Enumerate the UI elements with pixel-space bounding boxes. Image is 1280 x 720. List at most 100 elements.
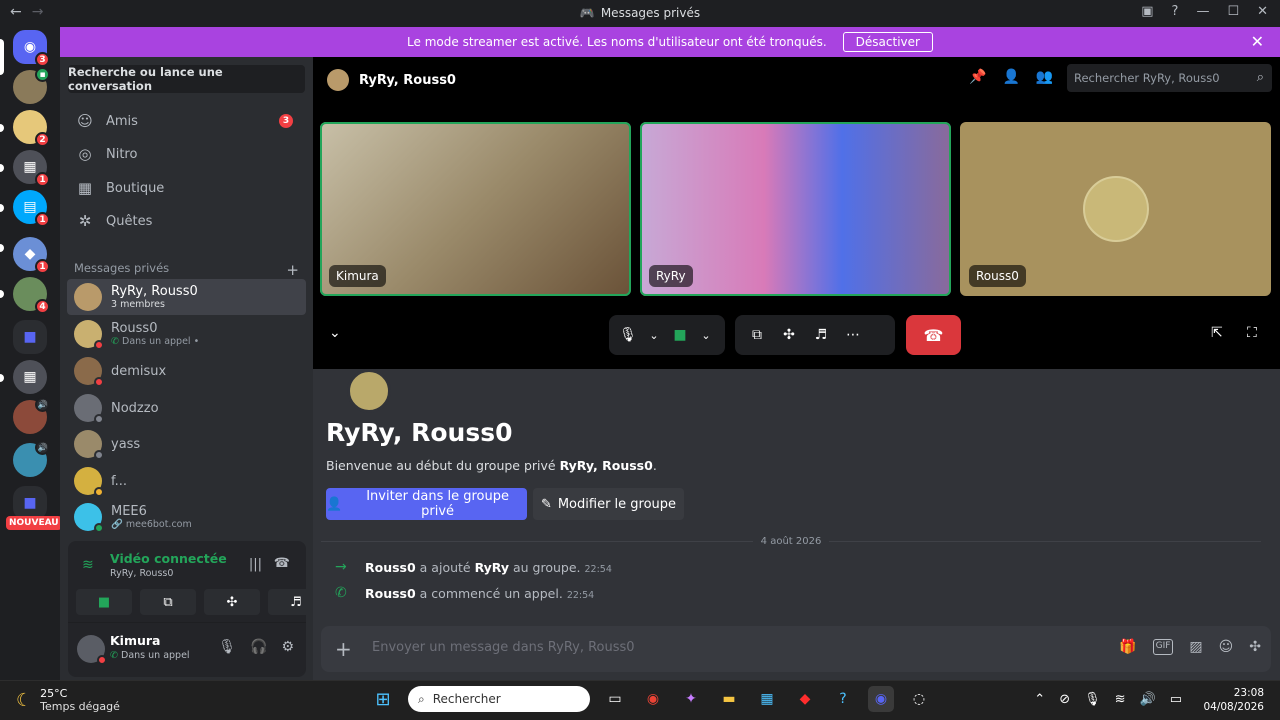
server-icon[interactable]: ▦: [13, 360, 47, 394]
members-icon[interactable]: 👥: [1036, 69, 1053, 85]
activities-button[interactable]: ✣: [204, 589, 260, 615]
emoji-icon[interactable]: ☺: [1219, 639, 1234, 655]
microphone-icon[interactable]: 🎙: [1084, 692, 1101, 707]
microphone-icon[interactable]: 🎙: [617, 327, 639, 343]
dm-avatar-group[interactable]: ▪: [13, 67, 50, 104]
chevron-up-icon[interactable]: ⌃: [1034, 692, 1045, 707]
server-voice-icon[interactable]: 🔊: [13, 397, 50, 434]
windows-start-icon[interactable]: ⊞: [370, 686, 396, 712]
task-view-icon[interactable]: ▭: [602, 686, 628, 712]
user-avatar[interactable]: [77, 635, 107, 665]
find-conversation-button[interactable]: Recherche ou lance une conversation: [68, 65, 305, 93]
sticker-icon[interactable]: ▨: [1189, 639, 1202, 655]
activities-icon[interactable]: ✣: [775, 327, 803, 343]
headset-icon[interactable]: 🎧: [250, 639, 267, 655]
gif-icon[interactable]: GIF: [1152, 639, 1174, 655]
more-options-icon[interactable]: ⋯: [839, 327, 867, 343]
folder-icon[interactable]: ■: [13, 486, 47, 520]
pin-icon[interactable]: 📌: [969, 69, 986, 85]
help-app-icon[interactable]: ?: [830, 686, 856, 712]
chrome-icon[interactable]: ◉: [640, 686, 666, 712]
gift-icon[interactable]: 🎁: [1119, 639, 1136, 655]
copilot-icon[interactable]: ✦: [678, 686, 704, 712]
close-banner-icon[interactable]: ✕: [1251, 32, 1264, 51]
add-friend-icon[interactable]: 👤: [1002, 69, 1019, 85]
taskbar-search[interactable]: ⌕ Rechercher: [408, 686, 590, 712]
volume-icon[interactable]: 🔊: [1140, 692, 1156, 707]
camera-options-chevron-icon[interactable]: ⌄: [695, 329, 717, 342]
popout-icon[interactable]: ⇱: [1211, 325, 1223, 341]
invite-group-button[interactable]: 👤 Inviter dans le groupe privé: [326, 488, 527, 520]
server-icon[interactable]: ▦ 1: [13, 150, 50, 187]
disconnect-icon[interactable]: ☎: [274, 556, 290, 571]
screen-share-button[interactable]: ⧉: [140, 589, 196, 615]
banner-text: Le mode streamer est activé. Les noms d'…: [407, 35, 827, 49]
wifi-icon[interactable]: ≋: [1115, 692, 1126, 707]
hangup-button[interactable]: ☎: [906, 315, 961, 355]
video-tile-kimura[interactable]: Kimura: [320, 122, 631, 296]
muted-bell-icon[interactable]: ⊘: [1059, 692, 1070, 707]
create-dm-plus-icon[interactable]: +: [286, 261, 299, 279]
noise-suppression-icon[interactable]: |||: [249, 557, 262, 572]
dm-section-header: Messages privés +: [74, 261, 299, 279]
apps-icon[interactable]: ✣: [1249, 639, 1261, 655]
app-circle-icon[interactable]: ◌: [906, 686, 932, 712]
avatar: [74, 394, 104, 424]
server-icon[interactable]: 4: [13, 277, 50, 314]
minimize-icon[interactable]: —: [1196, 4, 1209, 19]
dm-item-yass[interactable]: yass: [67, 426, 306, 462]
window-titlebar: ← → 🎮 Messages privés ▣ ? — ☐ ✕: [0, 0, 1280, 27]
screen-share-icon[interactable]: ⧉: [743, 327, 771, 343]
tile-name: Kimura: [329, 265, 386, 287]
maximize-icon[interactable]: ☐: [1227, 4, 1239, 19]
soundboard-icon[interactable]: ♬: [807, 327, 835, 343]
edit-group-button[interactable]: ✎ Modifier le groupe: [533, 488, 684, 520]
dm-item-demisux[interactable]: demisux: [67, 353, 306, 389]
dm-item-f[interactable]: f...: [67, 463, 306, 499]
close-icon[interactable]: ✕: [1257, 4, 1268, 19]
file-explorer-icon[interactable]: ▬: [716, 686, 742, 712]
date-divider: 4 août 2026: [321, 534, 1261, 548]
collapse-chevron-icon[interactable]: ⌄: [329, 325, 341, 341]
folder-icon[interactable]: ■: [13, 320, 47, 354]
battery-icon[interactable]: ▭: [1170, 692, 1182, 707]
disable-streamer-button[interactable]: Désactiver: [842, 32, 933, 52]
dm-item-mee6[interactable]: MEE6 🔗 mee6bot.com: [67, 499, 306, 535]
server-icon[interactable]: ◆ 1: [13, 237, 50, 274]
store-icon[interactable]: ▦: [754, 686, 780, 712]
channel-search-input[interactable]: Rechercher RyRy, Rouss0 ⌕: [1067, 64, 1272, 92]
server-icon[interactable]: ▤ 1: [13, 190, 50, 227]
microphone-icon[interactable]: 🎙: [218, 639, 236, 655]
video-tile-rouss0[interactable]: Rouss0: [960, 122, 1271, 296]
fullscreen-icon[interactable]: ⛶: [1247, 325, 1257, 341]
app-red-icon[interactable]: ◆: [792, 686, 818, 712]
help-icon[interactable]: ?: [1172, 4, 1179, 19]
dm-item-group[interactable]: RyRy, Rouss0 3 membres: [67, 279, 306, 315]
settings-gear-icon[interactable]: ⚙: [281, 639, 294, 655]
inbox-icon[interactable]: ▣: [1141, 4, 1153, 19]
nav-quests[interactable]: ✲ Quêtes: [68, 205, 305, 237]
clock[interactable]: 23:08 04/08/2026: [1203, 686, 1264, 714]
unread-pill: [0, 374, 4, 382]
nav-shop[interactable]: ▦ Boutique: [68, 172, 305, 204]
weather-widget[interactable]: ☾ 25°C Temps dégagé: [16, 687, 120, 713]
phone-icon: ✆: [110, 650, 118, 661]
server-icon[interactable]: 2: [13, 110, 50, 147]
dm-item-nodzzo[interactable]: Nodzzo: [67, 390, 306, 426]
attach-plus-icon[interactable]: +: [335, 637, 352, 661]
message-input[interactable]: Envoyer un message dans RyRy, Rouss0: [372, 640, 635, 655]
moon-icon: ☾: [16, 689, 33, 711]
nav-friends[interactable]: ☺ Amis 3: [68, 105, 305, 137]
avatar: [74, 430, 104, 460]
camera-button[interactable]: ■: [76, 589, 132, 615]
streamer-mode-banner: Le mode streamer est activé. Les noms d'…: [60, 27, 1280, 57]
mic-options-chevron-icon[interactable]: ⌄: [643, 329, 665, 342]
server-voice-icon[interactable]: 🔊: [13, 440, 50, 477]
discord-taskbar-icon[interactable]: ◉: [868, 686, 894, 712]
video-tile-ryry[interactable]: RyRy: [640, 122, 951, 296]
dm-item-rouss0[interactable]: Rouss0 ✆ Dans un appel •: [67, 316, 306, 352]
home-button[interactable]: ◉ 3: [13, 30, 50, 67]
message-composer[interactable]: + Envoyer un message dans RyRy, Rouss0 🎁…: [321, 626, 1271, 672]
nav-nitro[interactable]: ◎ Nitro: [68, 138, 305, 170]
camera-icon[interactable]: ■: [669, 327, 691, 343]
